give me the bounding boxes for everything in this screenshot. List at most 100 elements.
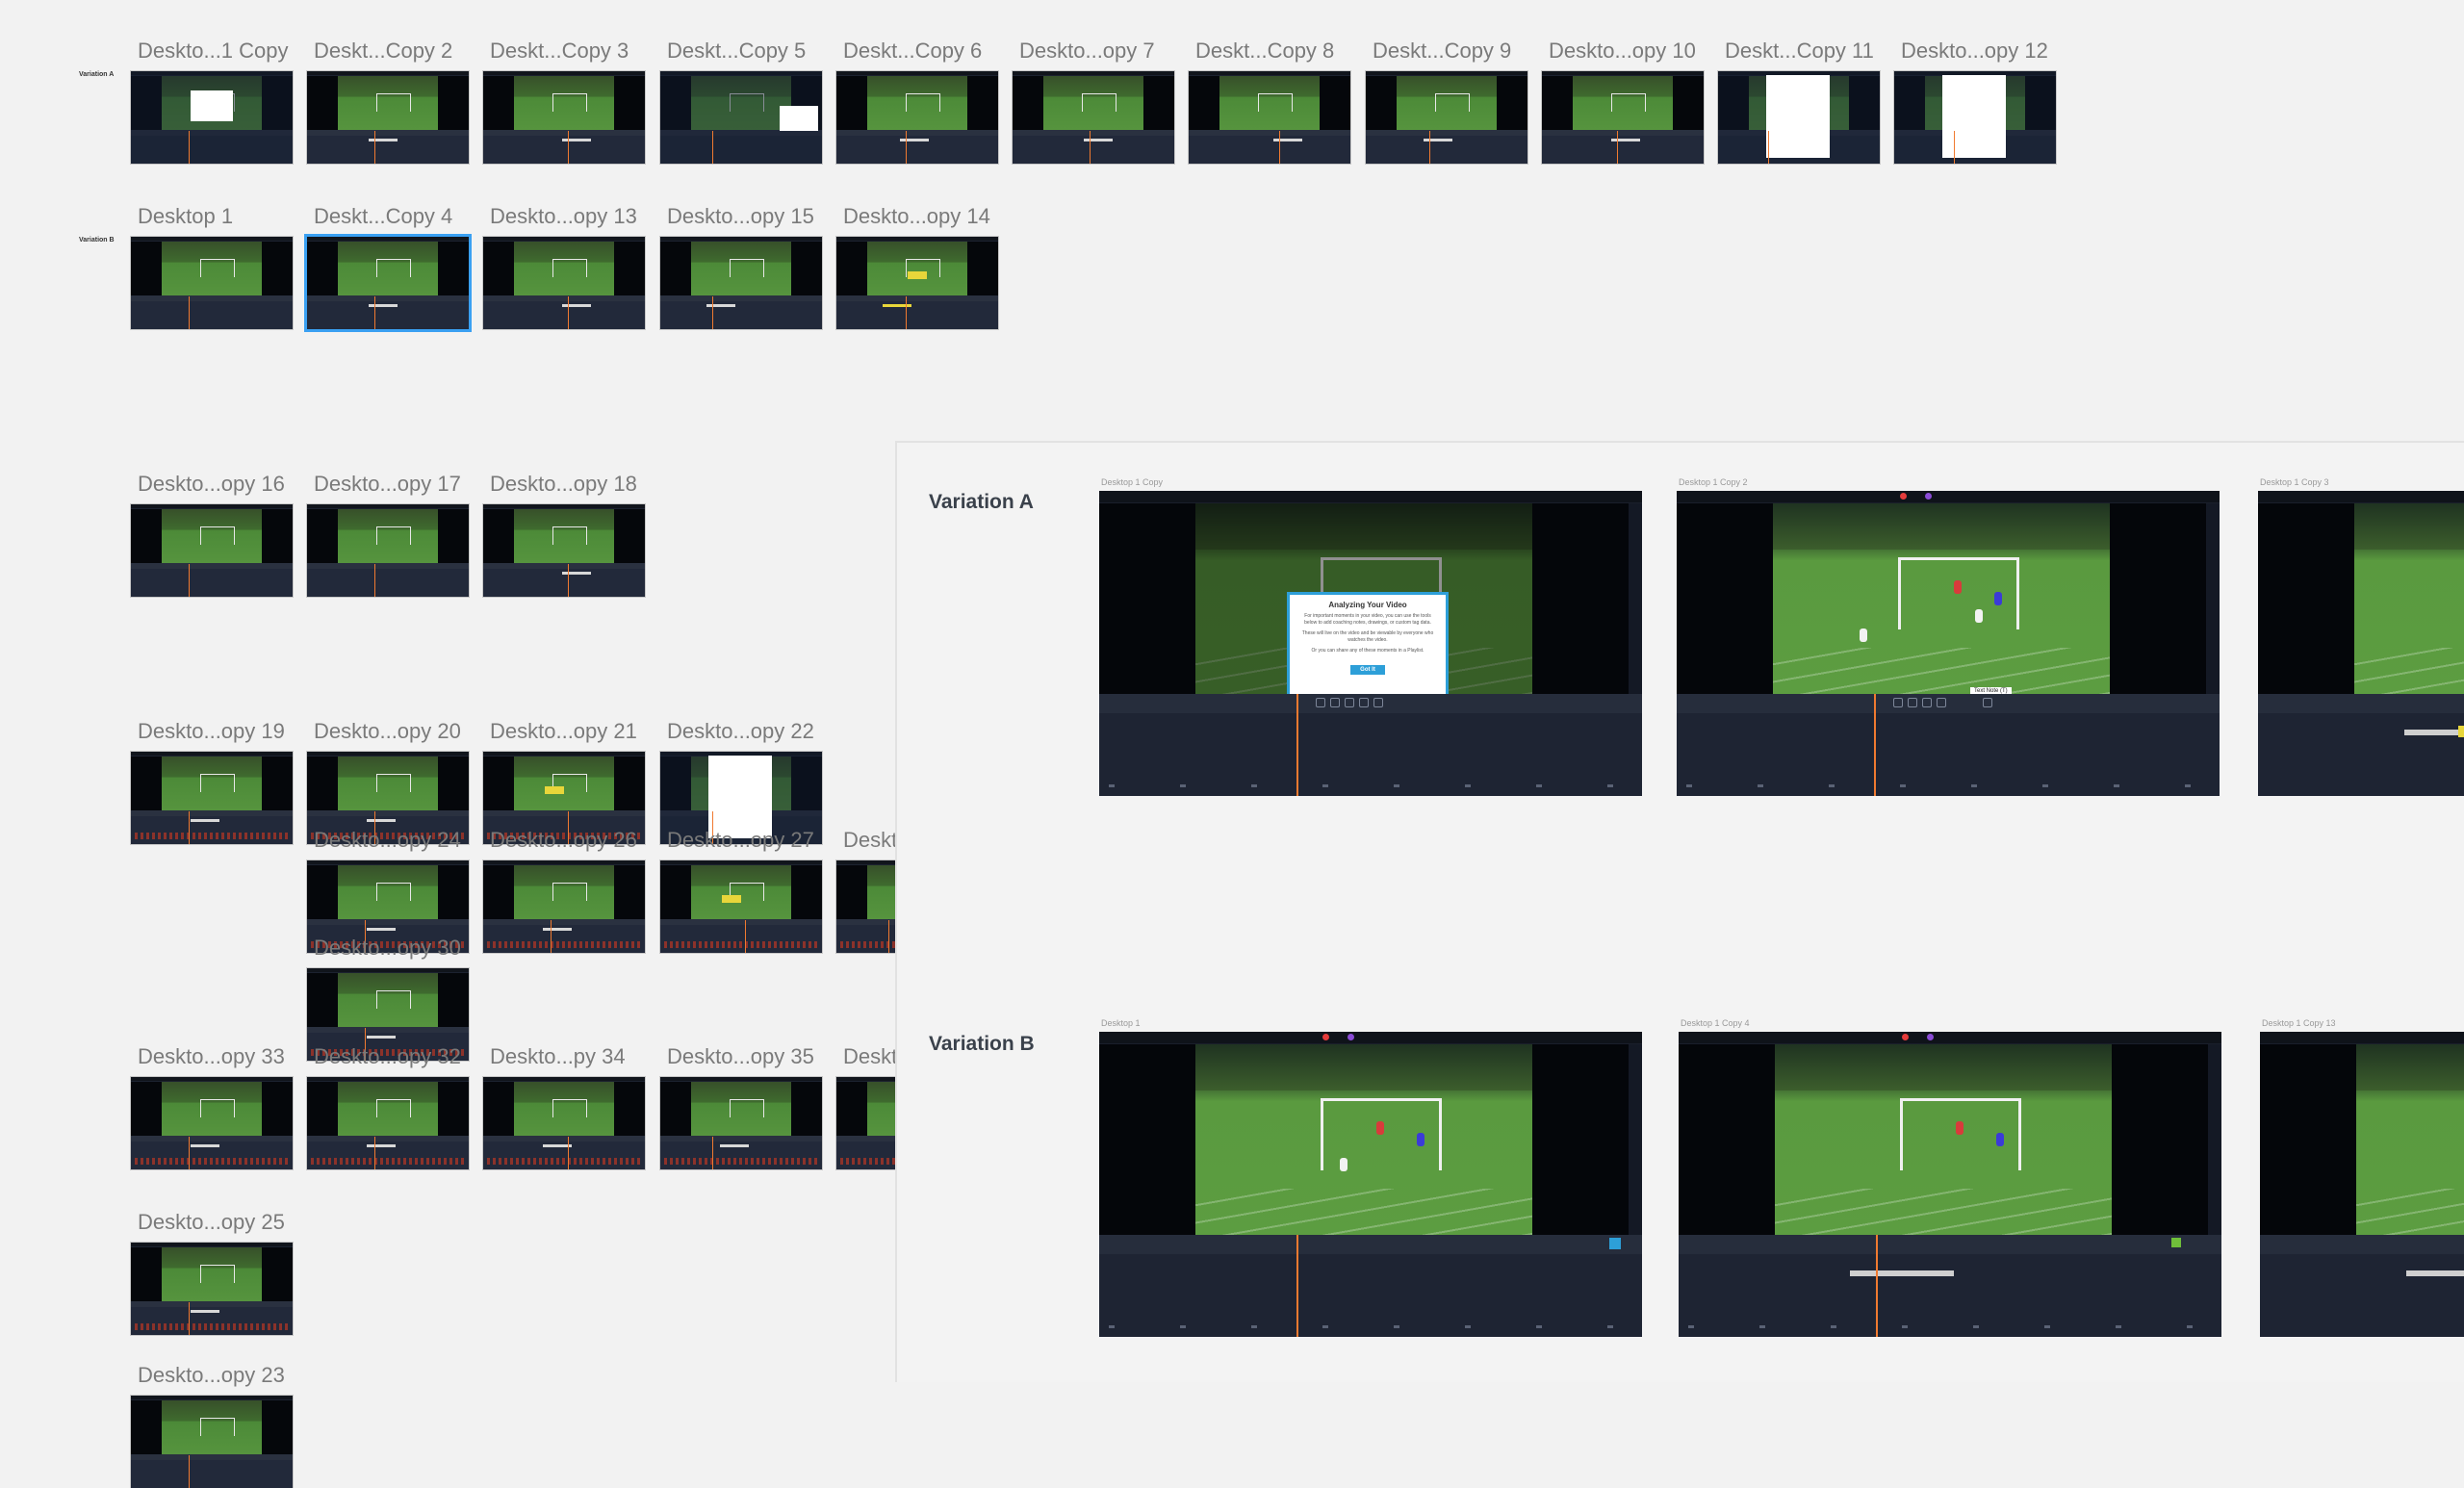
- artboard-thumbnail[interactable]: [131, 71, 293, 164]
- artboard-label[interactable]: Deskto...opy 24: [314, 828, 461, 853]
- artboard-thumbnail[interactable]: [660, 71, 822, 164]
- timeline-clip[interactable]: [2406, 1270, 2464, 1276]
- artboard-label[interactable]: Deskto...opy 14: [843, 204, 990, 229]
- artboard-label[interactable]: Deskt...Copy 2: [314, 38, 452, 64]
- artboard-label[interactable]: Deskt: [843, 828, 897, 853]
- annotation-toolbar[interactable]: [1099, 694, 1642, 713]
- artboard-thumbnail[interactable]: [131, 1077, 293, 1169]
- artboard-thumbnail[interactable]: [131, 752, 293, 844]
- artboard-thumbnail[interactable]: [131, 504, 293, 597]
- artboard-thumbnail[interactable]: [836, 71, 998, 164]
- circle-icon[interactable]: [1937, 698, 1946, 707]
- video-player[interactable]: [2354, 503, 2464, 694]
- artboard-thumbnail[interactable]: [836, 237, 998, 329]
- artboard-label[interactable]: Deskto...opy 35: [667, 1044, 814, 1069]
- artboard-thumbnail[interactable]: [131, 1396, 293, 1488]
- artboard-thumbnail[interactable]: [483, 71, 645, 164]
- artboard-thumbnail[interactable]: [483, 860, 645, 953]
- timeline-clip[interactable]: [1850, 1270, 1954, 1276]
- artboard-thumbnail[interactable]: [1189, 71, 1350, 164]
- timeline[interactable]: [2260, 1254, 2464, 1337]
- artboard-thumbnail[interactable]: [1013, 71, 1174, 164]
- wrench-icon[interactable]: [1330, 698, 1340, 707]
- artboard-label[interactable]: Deskto...opy 30: [314, 936, 461, 961]
- artboard-thumbnail[interactable]: [660, 860, 822, 953]
- artboard-label[interactable]: Deskto...opy 32: [314, 1044, 461, 1069]
- artboard-label[interactable]: Deskto...opy 15: [667, 204, 814, 229]
- text-note-icon[interactable]: [1373, 698, 1383, 707]
- right-tool-rail[interactable]: [1629, 503, 1642, 694]
- annotation-toolbar[interactable]: [1677, 694, 2220, 713]
- artboard-thumbnail[interactable]: [1718, 71, 1880, 164]
- frame-desktop-1-copy[interactable]: Analyzing Your Video For important momen…: [1099, 491, 1642, 796]
- artboard-label[interactable]: Deskto...opy 27: [667, 828, 814, 853]
- timeline[interactable]: [2258, 713, 2464, 796]
- artboard-label[interactable]: Deskt...Copy 11: [1725, 38, 1874, 64]
- artboard-label[interactable]: Deskto...opy 18: [490, 472, 637, 497]
- frame-desktop-1-copy-13[interactable]: [2260, 1032, 2464, 1337]
- pen-icon[interactable]: [1893, 698, 1903, 707]
- artboard-thumbnail[interactable]: [1366, 71, 1527, 164]
- artboard-thumbnail[interactable]: [1542, 71, 1704, 164]
- artboard-thumbnail[interactable]: [307, 1077, 469, 1169]
- artboard-label[interactable]: Deskto...opy 16: [138, 472, 285, 497]
- artboard-label[interactable]: Desktop 1: [138, 204, 233, 229]
- artboard-thumbnail[interactable]: [307, 237, 469, 329]
- video-player[interactable]: [1775, 1044, 2112, 1235]
- artboard-label[interactable]: Deskto...py 34: [490, 1044, 626, 1069]
- frame-desktop-1[interactable]: [1099, 1032, 1642, 1337]
- annotation-toolbar[interactable]: [1679, 1235, 2221, 1254]
- artboard-thumbnail[interactable]: [131, 1243, 293, 1335]
- arrow-icon[interactable]: [1345, 698, 1354, 707]
- artboard-label[interactable]: Deskto...1 Copy: [138, 38, 289, 64]
- artboard-label[interactable]: Deskto...opy 13: [490, 204, 637, 229]
- artboard-label[interactable]: Deskto...opy 7: [1019, 38, 1155, 64]
- artboard-label[interactable]: Deskt...Copy 3: [490, 38, 629, 64]
- playhead[interactable]: [1296, 1235, 1298, 1337]
- player-toolbar[interactable]: [1099, 1235, 1642, 1254]
- artboard-label[interactable]: Deskt...Copy 8: [1195, 38, 1334, 64]
- artboard-label[interactable]: Deskto...opy 19: [138, 719, 285, 744]
- artboard-thumbnail[interactable]: [131, 237, 293, 329]
- wrench-icon[interactable]: [1908, 698, 1917, 707]
- artboard-label[interactable]: Deskto...opy 25: [138, 1210, 285, 1235]
- artboard-thumbnail[interactable]: [483, 1077, 645, 1169]
- prototype-preview-pane[interactable]: Variation A Variation B Desktop 1 Copy A…: [895, 441, 2464, 1382]
- artboard-label[interactable]: Deskto...opy 10: [1549, 38, 1696, 64]
- arrow-icon[interactable]: [1922, 698, 1932, 707]
- artboard-label[interactable]: Deskto...opy 23: [138, 1363, 285, 1388]
- artboard-thumbnail[interactable]: [1894, 71, 2056, 164]
- artboard-label[interactable]: Deskt: [843, 1044, 897, 1069]
- frame-desktop-1-copy-3[interactable]: [2258, 491, 2464, 796]
- got-it-button[interactable]: Got It: [1350, 665, 1385, 675]
- artboard-label[interactable]: Deskt...Copy 9: [1373, 38, 1511, 64]
- playhead[interactable]: [1874, 694, 1876, 796]
- playhead[interactable]: [1876, 1235, 1878, 1337]
- artboard-label[interactable]: Deskt...Copy 5: [667, 38, 806, 64]
- video-player[interactable]: [1195, 1044, 1532, 1235]
- video-player[interactable]: [1773, 503, 2110, 694]
- green-tag-button[interactable]: [2171, 1238, 2181, 1247]
- artboard-label[interactable]: Deskt...Copy 6: [843, 38, 982, 64]
- artboard-label[interactable]: Deskto...opy 17: [314, 472, 461, 497]
- frame-desktop-1-copy-2[interactable]: Text Note (T): [1677, 491, 2220, 796]
- text-note-icon[interactable]: [1983, 698, 1992, 707]
- artboard-label[interactable]: Deskto...opy 26: [490, 828, 637, 853]
- artboard-label[interactable]: Deskto...opy 20: [314, 719, 461, 744]
- timeline-clip[interactable]: [2404, 730, 2462, 735]
- frame-desktop-1-copy-4[interactable]: [1679, 1032, 2221, 1337]
- artboard-thumbnail[interactable]: [660, 237, 822, 329]
- clip-handle[interactable]: [2458, 726, 2464, 737]
- artboard-thumbnail[interactable]: [307, 71, 469, 164]
- artboard-thumbnail[interactable]: [660, 1077, 822, 1169]
- add-button[interactable]: [1609, 1238, 1621, 1249]
- artboard-thumbnail[interactable]: [307, 504, 469, 597]
- circle-icon[interactable]: [1359, 698, 1369, 707]
- artboard-label[interactable]: Deskto...opy 21: [490, 719, 637, 744]
- playhead[interactable]: [1296, 694, 1298, 796]
- artboard-label[interactable]: Deskto...opy 33: [138, 1044, 285, 1069]
- artboard-thumbnail[interactable]: [483, 504, 645, 597]
- artboard-thumbnail[interactable]: [483, 237, 645, 329]
- artboard-label[interactable]: Deskto...opy 22: [667, 719, 814, 744]
- pen-icon[interactable]: [1316, 698, 1325, 707]
